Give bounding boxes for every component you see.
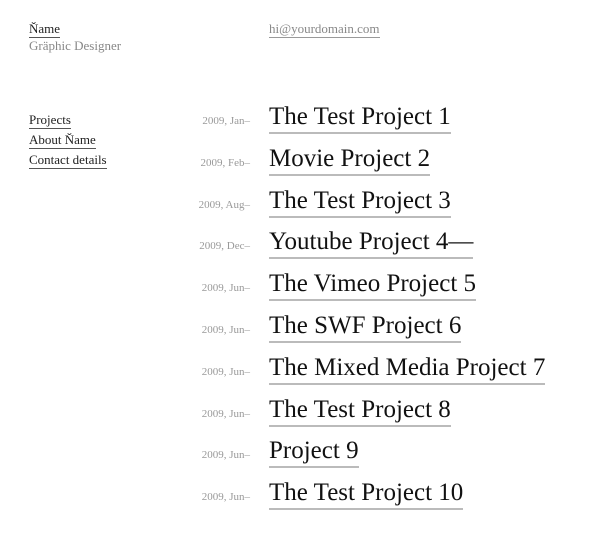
project-date: 2009, Jun– <box>201 323 250 336</box>
project-row: 2009, Jun– The Vimeo Project 5 <box>0 269 606 311</box>
site-name-link[interactable]: Ňame <box>29 21 61 38</box>
project-row: 2009, Feb– Movie Project 2 <box>0 144 606 186</box>
project-title-link[interactable]: Movie Project 2 <box>269 145 431 176</box>
project-date: 2009, Jun– <box>201 282 250 295</box>
project-date: 2009, Dec– <box>199 240 250 253</box>
project-row: 2009, Jun– The Test Project 10 <box>0 478 606 520</box>
project-title-link[interactable]: The Test Project 1 <box>269 103 451 134</box>
project-row: 2009, Jun– Project 9 <box>0 436 606 478</box>
project-date: 2009, Jun– <box>201 449 250 462</box>
project-title-link[interactable]: The Vimeo Project 5 <box>269 270 477 302</box>
project-row: 2009, Jun– The Mixed Media Project 7 <box>0 353 606 395</box>
site-tagline: Gräphic Designer <box>29 38 122 53</box>
project-list: 2009, Jan– The Test Project 1 2009, Feb–… <box>0 102 606 520</box>
project-row: 2009, Jan– The Test Project 1 <box>0 102 606 144</box>
project-title-link[interactable]: The Test Project 8 <box>269 396 451 427</box>
project-date: 2009, Aug– <box>198 198 250 211</box>
project-title-link[interactable]: The Test Project 3 <box>269 187 451 218</box>
project-row: 2009, Jun– The SWF Project 6 <box>0 311 606 353</box>
project-date: 2009, Feb– <box>200 156 251 169</box>
project-row: 2009, Aug– The Test Project 3 <box>0 186 606 228</box>
project-row: 2009, Dec– Youtube Project 4— <box>0 227 606 269</box>
project-title-link[interactable]: The SWF Project 6 <box>269 312 462 343</box>
project-title-link[interactable]: The Mixed Media Project 7 <box>269 354 546 385</box>
project-date: 2009, Jan– <box>202 115 250 127</box>
project-title-link[interactable]: The Test Project 10 <box>269 479 464 511</box>
project-title-link[interactable]: Project 9 <box>269 437 359 469</box>
project-date: 2009, Jun– <box>201 491 250 504</box>
project-date: 2009, Jun– <box>201 407 250 420</box>
project-title-link[interactable]: Youtube Project 4— <box>269 228 474 260</box>
project-date: 2009, Jun– <box>201 365 250 378</box>
email-link[interactable]: hi@yourdomain.com <box>269 21 380 38</box>
project-row: 2009, Jun– The Test Project 8 <box>0 395 606 437</box>
